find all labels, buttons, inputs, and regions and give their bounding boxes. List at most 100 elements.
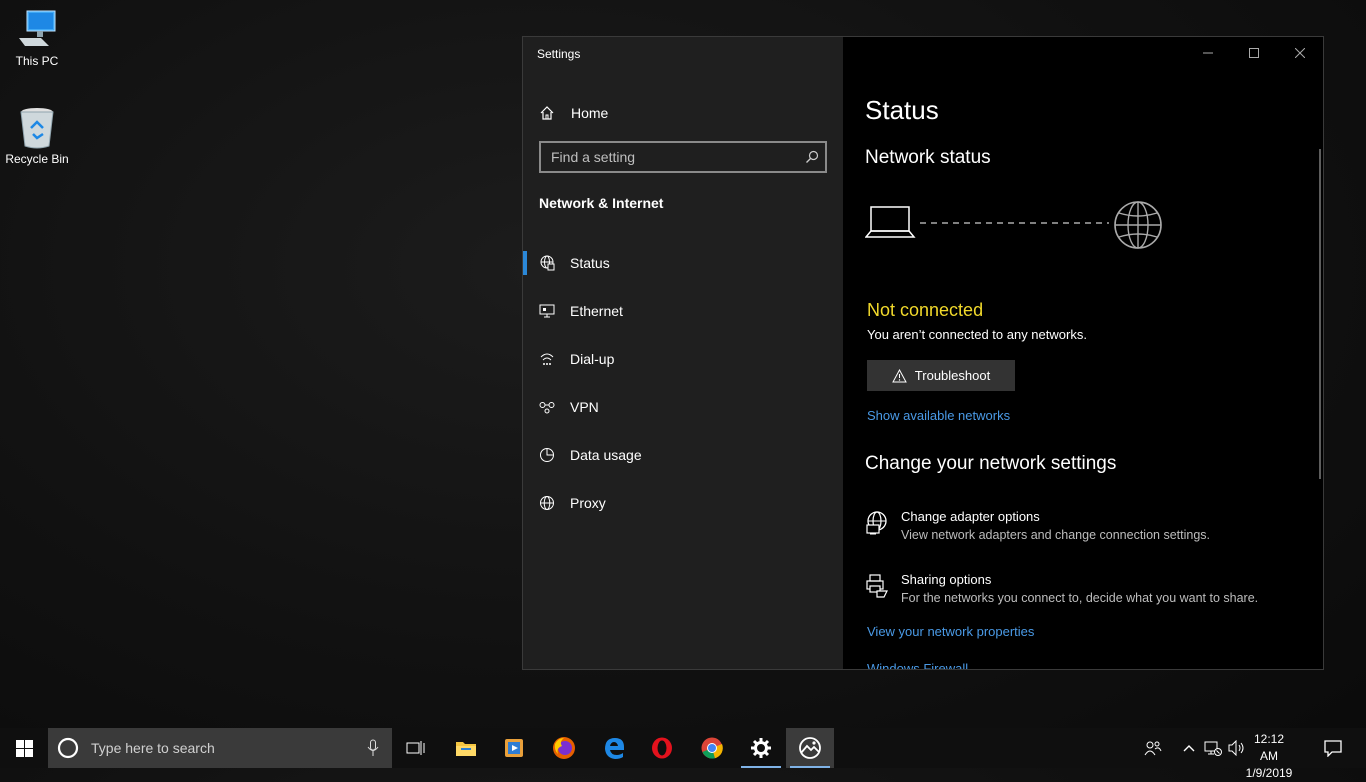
- minimize-icon: [1203, 52, 1213, 54]
- nav-item-ethernet[interactable]: Ethernet: [523, 287, 843, 335]
- firefox-icon: [553, 737, 575, 759]
- option-title: Change adapter options: [901, 509, 1040, 524]
- change-settings-heading: Change your network settings: [865, 453, 1117, 474]
- edge-button[interactable]: [590, 728, 638, 768]
- maximize-icon: [1249, 48, 1259, 58]
- show-hidden-icons-button[interactable]: [1178, 728, 1200, 768]
- task-view-button[interactable]: [392, 728, 440, 768]
- troubleshoot-button[interactable]: Troubleshoot: [867, 360, 1015, 391]
- recycle-bin-icon: [20, 108, 54, 149]
- search-icon[interactable]: [799, 150, 825, 164]
- window-title: Settings: [537, 47, 581, 61]
- nav-section-title: Network & Internet: [539, 195, 664, 211]
- settings-content-pane: Status Network status Not connected You …: [843, 37, 1323, 669]
- recycle-bin-label: Recycle Bin: [5, 152, 69, 166]
- scrollbar[interactable]: [1319, 149, 1321, 479]
- warning-icon: [891, 368, 907, 382]
- folder-icon: [456, 742, 476, 756]
- this-pc-desktop-icon[interactable]: This PC: [2, 8, 72, 68]
- globe-icon: [540, 496, 554, 510]
- laptop-icon: [865, 206, 916, 238]
- gear-icon: [751, 738, 771, 758]
- option-description: View network adapters and change connect…: [901, 528, 1210, 542]
- sharing-icon: [866, 574, 888, 598]
- nav-item-label: Proxy: [570, 495, 606, 511]
- network-disconnected-icon: [1204, 741, 1222, 756]
- settings-nav-pane: Settings Home Network & Internet Status …: [523, 37, 843, 669]
- nav-item-label: VPN: [570, 399, 599, 415]
- pie-chart-icon: [540, 448, 554, 462]
- change-adapter-options[interactable]: Change adapter options View network adap…: [865, 509, 1210, 542]
- nav-item-label: Data usage: [570, 447, 642, 463]
- network-status-heading: Network status: [865, 147, 991, 168]
- option-title: Sharing options: [901, 572, 992, 587]
- chrome-icon: [701, 737, 723, 759]
- nav-item-label: Ethernet: [570, 303, 623, 319]
- sharing-options[interactable]: Sharing options For the networks you con…: [865, 572, 1258, 605]
- people-button[interactable]: [1140, 728, 1166, 768]
- nav-item-data-usage[interactable]: Data usage: [523, 431, 843, 479]
- clock-time: 12:12 AM: [1253, 732, 1285, 763]
- edge-icon: [605, 738, 624, 759]
- nav-home[interactable]: Home: [539, 101, 608, 125]
- maximize-button[interactable]: [1231, 37, 1277, 69]
- ethernet-icon: [539, 304, 555, 318]
- home-icon: [540, 106, 554, 120]
- troubleshoot-label: Troubleshoot: [914, 368, 991, 383]
- globe-status-icon: [540, 255, 555, 271]
- photos-icon: [799, 737, 821, 759]
- minimize-button[interactable]: [1185, 37, 1231, 69]
- windows-logo-icon: [15, 739, 33, 757]
- chrome-button[interactable]: [688, 728, 736, 768]
- taskbar-clock[interactable]: 12:12 AM 1/9/2019: [1244, 731, 1294, 782]
- opera-icon: [652, 737, 672, 759]
- media-player-icon: [505, 739, 523, 757]
- task-view-icon: [406, 741, 425, 755]
- nav-item-status[interactable]: Status: [523, 239, 843, 287]
- close-button[interactable]: [1277, 37, 1323, 69]
- close-icon: [1295, 48, 1305, 58]
- vpn-icon: [539, 402, 555, 414]
- cortana-icon: [57, 737, 79, 759]
- settings-window: Settings Home Network & Internet Status …: [522, 36, 1324, 670]
- dialup-icon: [540, 353, 554, 365]
- adapter-icon: [866, 511, 887, 535]
- nav-item-vpn[interactable]: VPN: [523, 383, 843, 431]
- connection-message: You aren’t connected to any networks.: [867, 327, 1087, 342]
- windows-firewall-link[interactable]: Windows Firewall: [867, 661, 968, 669]
- nav-item-dialup[interactable]: Dial-up: [523, 335, 843, 383]
- connection-state-text: Not connected: [867, 300, 984, 320]
- nav-home-label: Home: [571, 105, 609, 121]
- media-player-button[interactable]: [490, 728, 538, 768]
- settings-search-box[interactable]: [539, 141, 827, 173]
- opera-button[interactable]: [638, 728, 686, 768]
- action-center-button[interactable]: [1318, 728, 1348, 768]
- taskbar-search-box[interactable]: [48, 728, 392, 768]
- photos-taskbar-button[interactable]: [786, 728, 834, 768]
- this-pc-label: This PC: [15, 54, 59, 68]
- recycle-bin-desktop-icon[interactable]: Recycle Bin: [2, 106, 72, 166]
- show-available-networks-link[interactable]: Show available networks: [867, 408, 1010, 423]
- view-network-properties-link[interactable]: View your network properties: [867, 624, 1034, 639]
- microphone-icon[interactable]: [367, 739, 379, 757]
- nav-list: Status Ethernet Dial-up VPN Data usage P…: [523, 239, 843, 527]
- settings-taskbar-button[interactable]: [737, 728, 785, 768]
- nav-item-label: Dial-up: [570, 351, 615, 367]
- people-icon: [1144, 741, 1162, 756]
- notification-icon: [1324, 739, 1342, 757]
- taskbar: 12:12 AM 1/9/2019: [0, 728, 1366, 780]
- settings-search-input[interactable]: [541, 148, 799, 166]
- computer-icon: [19, 10, 56, 46]
- nav-item-proxy[interactable]: Proxy: [523, 479, 843, 527]
- network-diagram: [865, 201, 1162, 249]
- network-tray-button[interactable]: [1202, 728, 1224, 768]
- file-explorer-button[interactable]: [442, 728, 490, 768]
- nav-item-label: Status: [570, 255, 610, 271]
- internet-globe-icon: [1114, 201, 1162, 249]
- option-description: For the networks you connect to, decide …: [901, 591, 1259, 605]
- firefox-button[interactable]: [540, 728, 588, 768]
- chevron-up-icon: [1183, 745, 1195, 752]
- start-button[interactable]: [0, 728, 48, 768]
- taskbar-search-input[interactable]: [89, 739, 353, 757]
- page-title: Status: [865, 95, 939, 125]
